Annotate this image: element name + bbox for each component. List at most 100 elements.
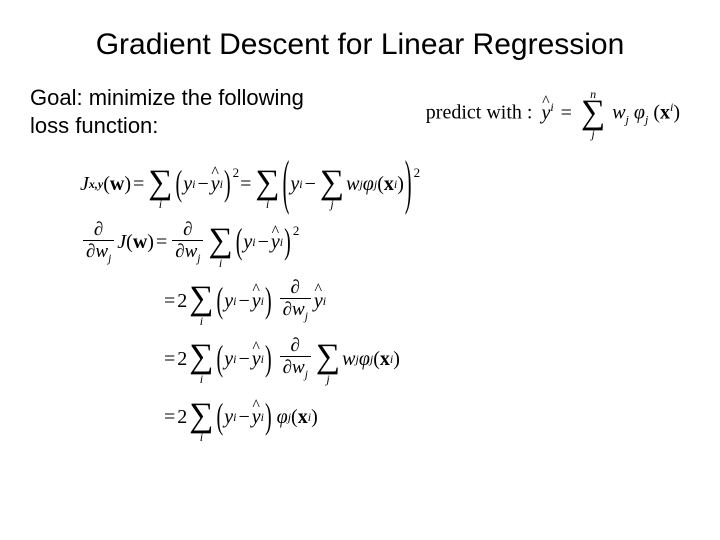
x-sup: i xyxy=(394,178,397,190)
eq1: = xyxy=(133,174,144,194)
sum-below: i xyxy=(200,315,203,327)
lparen-icon: ( xyxy=(217,399,224,435)
y-sup: i xyxy=(192,178,195,190)
phi-sub: j xyxy=(374,178,377,190)
sum-i-2: ∑i xyxy=(255,158,279,210)
exp2: 2 xyxy=(293,224,300,237)
minus: − xyxy=(258,232,269,252)
y: y xyxy=(224,349,233,369)
slide: Gradient Descent for Linear Regression G… xyxy=(0,0,720,540)
J: J xyxy=(80,174,89,194)
eq: = xyxy=(164,349,175,369)
yhat: y xyxy=(271,232,280,252)
yhat-sup: i xyxy=(261,353,264,365)
sigma-icon: ∑ xyxy=(316,342,340,373)
exp2b: 2 xyxy=(414,166,421,179)
wj: w xyxy=(292,299,305,320)
sum-below: j xyxy=(591,128,594,140)
sigma-icon: ∑ xyxy=(320,168,344,199)
x-sup: i xyxy=(670,100,673,114)
sigma-icon: ∑ xyxy=(208,226,232,257)
derivative-line4: = 2 ∑i ( yi − yi ) φj (xi) xyxy=(80,391,690,443)
wj2: w xyxy=(185,241,198,262)
minus1: − xyxy=(197,174,208,194)
phi-sub: j xyxy=(370,353,373,365)
derivative-line2: = 2 ∑i ( yi − yi ) ∂ ∂wj yi xyxy=(80,275,690,327)
y-sup: i xyxy=(233,411,236,423)
x-sup: i xyxy=(308,411,311,423)
lparen-icon: ( xyxy=(176,166,183,202)
sum-i-below: i xyxy=(200,373,203,385)
sum-i: ∑i xyxy=(189,333,213,385)
sum-below: i xyxy=(200,431,203,443)
sigma-icon: ∑ xyxy=(255,168,279,199)
yhat: y xyxy=(252,349,261,369)
rparen-icon: ) xyxy=(265,341,272,377)
rparen-icon: ) xyxy=(265,283,272,319)
partial-frac-r: ∂ ∂wj xyxy=(172,220,203,265)
partial: ∂ xyxy=(291,277,300,298)
sum-i-below2: i xyxy=(266,198,269,210)
phi-sub: j xyxy=(645,113,648,127)
minus: − xyxy=(238,291,249,311)
phi-sub: j xyxy=(288,411,291,423)
phi: φ xyxy=(359,349,370,369)
lparen-icon: ( xyxy=(217,283,224,319)
rparen-icon: ) xyxy=(265,399,272,435)
goal-text: Goal: minimize the following loss functi… xyxy=(30,84,340,139)
yhat-sup: i xyxy=(550,100,553,114)
sum-below: i xyxy=(219,257,222,269)
loss-equation: Jx,y (w) = ∑i ( yi − yi )2 = ∑i ( yi − ∑… xyxy=(80,158,690,210)
lparen-icon: ( xyxy=(217,341,224,377)
wj: w xyxy=(346,174,359,194)
x: x xyxy=(384,174,394,194)
eq: = xyxy=(164,291,175,311)
yhat-sup: i xyxy=(280,236,283,248)
sigma-icon: ∑ xyxy=(189,401,213,432)
sum-i-1: ∑i xyxy=(148,158,172,210)
sum-j-below: j xyxy=(330,198,333,210)
partial-frac: ∂ ∂wj xyxy=(280,336,311,381)
wj-sub: j xyxy=(305,369,308,381)
predict-label: predict with : xyxy=(426,102,533,124)
partial2: ∂ xyxy=(283,299,292,320)
x: x xyxy=(298,407,308,427)
minus: − xyxy=(238,407,249,427)
x: x xyxy=(380,349,390,369)
wj2-sub: j xyxy=(197,253,200,265)
yhat: y xyxy=(541,102,550,125)
yhat2: y xyxy=(314,291,323,311)
y-sup: i xyxy=(233,353,236,365)
intro-row: Goal: minimize the following loss functi… xyxy=(30,84,690,140)
phi: φ xyxy=(277,407,288,427)
predict-equation: predict with : yi = n ∑ j wj φj (xi) xyxy=(426,84,690,140)
partial4: ∂ xyxy=(175,241,184,262)
rparen-icon: ) xyxy=(284,224,291,260)
sigma-icon: ∑ xyxy=(189,284,213,315)
sigma-icon: ∑ xyxy=(581,98,605,129)
sum-j-below: j xyxy=(326,373,329,385)
lparen-icon: ( xyxy=(236,224,243,260)
two: 2 xyxy=(177,407,187,427)
minus: − xyxy=(238,349,249,369)
phi: φ xyxy=(363,174,374,194)
yhat2-sup: i xyxy=(323,295,326,307)
yhat: y xyxy=(252,291,261,311)
yhat-sup: i xyxy=(261,295,264,307)
rparen-icon: ) xyxy=(224,166,231,202)
w-sub: j xyxy=(626,113,629,127)
wj-sub: j xyxy=(305,311,308,323)
equals: = xyxy=(561,102,572,124)
w-arg: w xyxy=(110,174,124,194)
sum-j-1: ∑j xyxy=(320,158,344,210)
sum-j: n ∑ j xyxy=(581,88,605,140)
yhat-sup: i xyxy=(261,411,264,423)
minus2: − xyxy=(305,174,316,194)
sigma-icon: ∑ xyxy=(189,342,213,373)
sum-i: ∑i xyxy=(189,391,213,443)
slide-title: Gradient Descent for Linear Regression xyxy=(30,28,690,62)
y2: y xyxy=(290,174,299,194)
y: y xyxy=(224,407,233,427)
eq: = xyxy=(164,407,175,427)
sum-i: ∑i xyxy=(208,216,232,268)
